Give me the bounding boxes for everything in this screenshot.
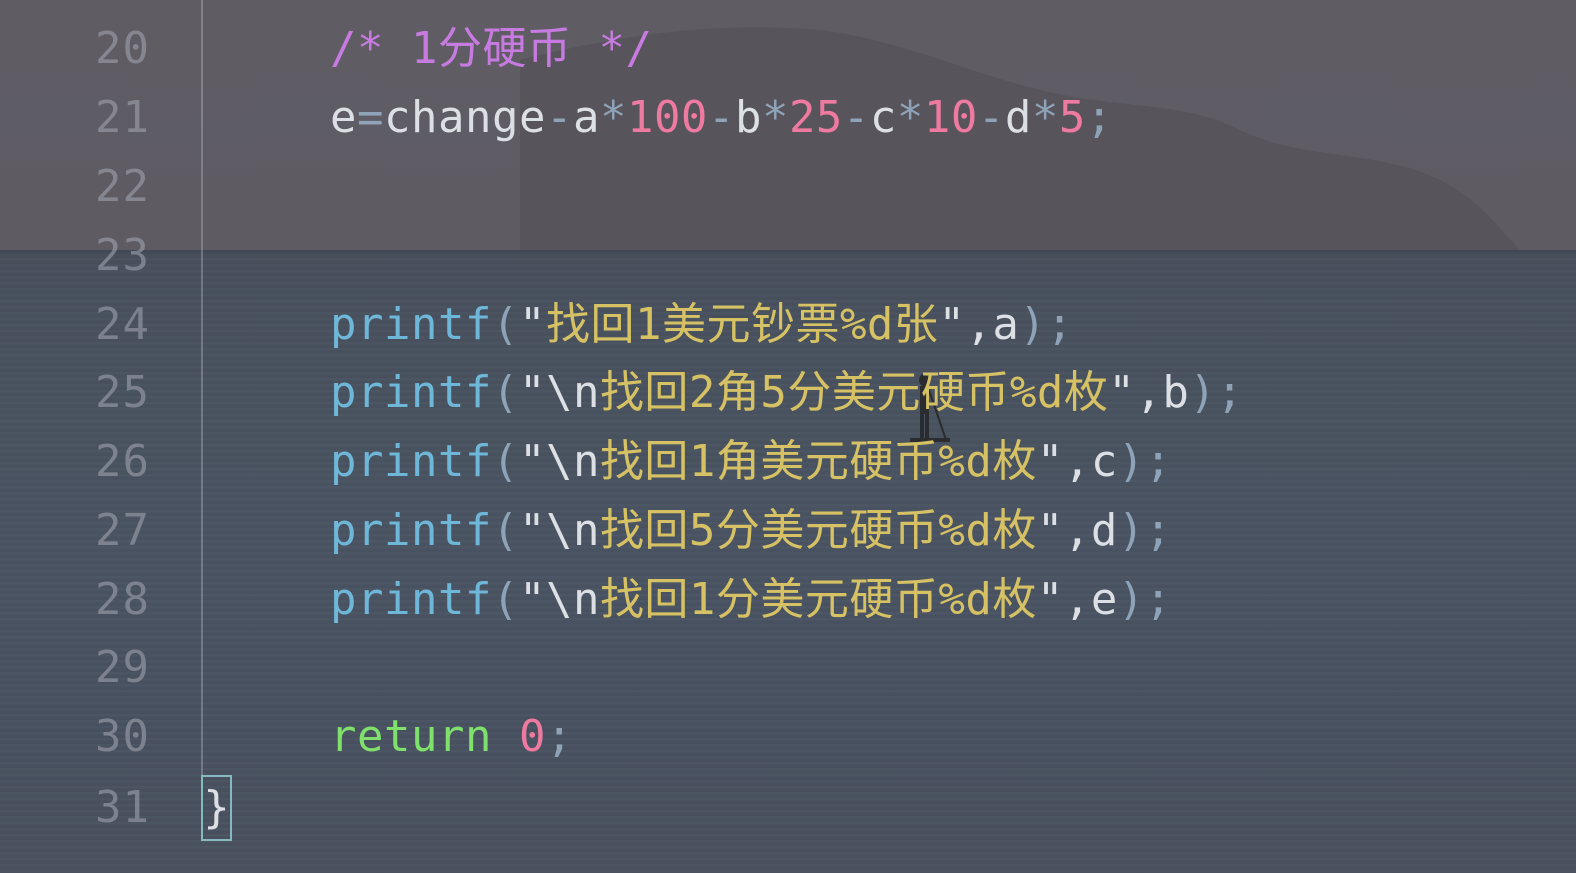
quote-token: " (518, 299, 546, 350)
function-token: printf (330, 505, 492, 556)
argument-token: ,b (1135, 367, 1190, 418)
number-token: 0 (518, 711, 546, 762)
line-number: 25 (95, 367, 150, 418)
quote-token: " (1036, 505, 1064, 556)
argument-token: ,a (965, 299, 1020, 350)
operator-token: - (842, 92, 870, 143)
operator-token: = (357, 92, 384, 143)
operator-token: - (545, 92, 573, 143)
number-token: 10 (923, 92, 978, 143)
line-number: 22 (95, 161, 150, 212)
operator-token: * (1031, 92, 1059, 143)
identifier-token: a (572, 92, 600, 143)
paren-token: ( (491, 367, 519, 418)
quote-token: " (1036, 574, 1064, 625)
paren-token: ( (491, 574, 519, 625)
escape-token: \n (545, 436, 600, 487)
string-token: 找回1美元钞票%d张 (545, 299, 939, 350)
code-line-24[interactable]: printf("找回1美元钞票%d张",a); (330, 291, 1073, 359)
semicolon-token: ; (1085, 92, 1113, 143)
string-token: 找回5分美元硬币%d枚 (599, 505, 1037, 556)
code-line-25[interactable]: printf("\n找回2角5分美元硬币%d枚",b); (330, 359, 1243, 427)
matched-brace-highlight[interactable]: } (201, 775, 232, 841)
paren-token: ); (1117, 574, 1172, 625)
string-token: 找回1角美元硬币%d枚 (599, 436, 1037, 487)
code-line-30[interactable]: return 0; (330, 703, 573, 771)
code-line-20[interactable]: /* 1分硬币 */ (330, 15, 652, 83)
line-number: 23 (95, 230, 150, 281)
identifier-token: c (869, 92, 897, 143)
line-number: 24 (95, 299, 150, 350)
line-number: 27 (95, 505, 150, 556)
quote-token: " (518, 436, 546, 487)
number-token: 100 (626, 92, 708, 143)
code-line-21[interactable]: e=change-a*100-b*25-c*10-d*5; (330, 84, 1113, 152)
code-line-27[interactable]: printf("\n找回5分美元硬币%d枚",d); (330, 497, 1172, 565)
paren-token: ( (491, 299, 519, 350)
paren-token: ( (491, 436, 519, 487)
keyword-token: return (330, 711, 492, 762)
escape-token: \n (545, 505, 600, 556)
operator-token: - (707, 92, 735, 143)
operator-token: * (599, 92, 627, 143)
closing-brace: } (203, 782, 230, 833)
string-token: 找回2角5分美元硬币%d枚 (599, 367, 1109, 418)
identifier-token: d (1004, 92, 1032, 143)
string-token: 找回1分美元硬币%d枚 (599, 574, 1037, 625)
escape-token: \n (545, 367, 600, 418)
operator-token: - (977, 92, 1005, 143)
quote-token: " (518, 574, 546, 625)
operator-token: * (896, 92, 924, 143)
line-number: 31 (95, 782, 150, 833)
number-token: 25 (788, 92, 843, 143)
code-line-28[interactable]: printf("\n找回1分美元硬币%d枚",e); (330, 566, 1172, 634)
identifier-token: e (330, 92, 357, 143)
line-number: 20 (95, 23, 150, 74)
number-token: 5 (1058, 92, 1086, 143)
line-number: 28 (95, 574, 150, 625)
argument-token: ,d (1063, 505, 1118, 556)
escape-token: \n (545, 574, 600, 625)
argument-token: ,e (1063, 574, 1118, 625)
line-number: 30 (95, 711, 150, 762)
function-token: printf (330, 436, 492, 487)
function-token: printf (330, 574, 492, 625)
operator-token: * (761, 92, 789, 143)
code-line-26[interactable]: printf("\n找回1角美元硬币%d枚",c); (330, 428, 1172, 496)
semicolon-token: ; (545, 711, 573, 762)
paren-token: ( (491, 505, 519, 556)
quote-token: " (938, 299, 966, 350)
line-number: 29 (95, 642, 150, 693)
identifier-token: b (734, 92, 762, 143)
line-number: 26 (95, 436, 150, 487)
function-token: printf (330, 299, 492, 350)
paren-token: ); (1117, 436, 1172, 487)
paren-token: ); (1117, 505, 1172, 556)
function-token: printf (330, 367, 492, 418)
quote-token: " (518, 367, 546, 418)
identifier-token: change (384, 92, 546, 143)
quote-token: " (1108, 367, 1136, 418)
quote-token: " (1036, 436, 1064, 487)
indent-guide (201, 0, 203, 775)
paren-token: ); (1189, 367, 1244, 418)
argument-token: ,c (1063, 436, 1118, 487)
line-number: 21 (95, 92, 150, 143)
paren-token: ); (1019, 299, 1074, 350)
comment-token: /* 1分硬币 */ (330, 23, 653, 74)
quote-token: " (518, 505, 546, 556)
